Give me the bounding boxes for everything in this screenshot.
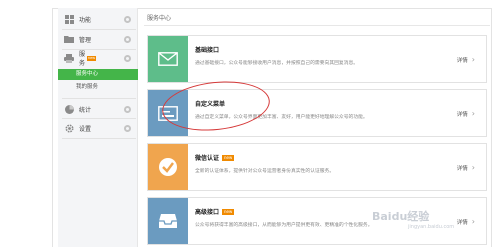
chevron-right-icon: › — [471, 217, 475, 226]
folder-icon — [64, 34, 74, 44]
card-description: 全新的认证体系，提供针对公众号运营者身份真实性的认证服务。 — [195, 169, 335, 174]
expand-icon[interactable] — [124, 105, 131, 113]
sidebar: 功能 管理 服务 new 服务中心 我的服务 统计 设置 — [58, 8, 138, 247]
chevron-right-icon: › — [471, 163, 475, 172]
card-title: 基础接口 — [195, 47, 220, 54]
sidebar-item-settings[interactable]: 设置 — [58, 119, 138, 137]
service-card-basic-api[interactable]: 基础接口 通过基础接口，公众号能够接收用户消息，并按照自己的需要向其回复消息。 … — [147, 35, 487, 83]
sidebar-item-label: 统计 — [79, 106, 92, 114]
new-badge: new — [222, 208, 235, 215]
details-link[interactable]: 详情 › — [457, 163, 475, 172]
check-icon — [148, 144, 188, 190]
details-link[interactable]: 详情 › — [457, 217, 475, 226]
watermark-url: jingyan.baidu.com — [408, 224, 455, 230]
watermark: Baidu经验 — [372, 210, 430, 223]
service-card-wechat-verification[interactable]: 微信认证 new 全新的认证体系，提供针对公众号运营者身份真实性的认证服务。 详情… — [147, 143, 487, 191]
printer-icon — [64, 53, 74, 63]
mail-icon — [148, 36, 188, 82]
sidebar-item-manage[interactable]: 管理 — [58, 30, 138, 48]
sidebar-item-label: 功能 — [79, 16, 92, 24]
divider — [144, 25, 490, 26]
service-card-advanced-api[interactable]: 高级接口 new 公众号将获得丰富的高级接口，从而能够为用户提供更有效、更精准的个… — [147, 197, 487, 245]
chevron-right-icon: › — [471, 109, 475, 118]
sidebar-item-label: 管理 — [79, 36, 92, 44]
expand-icon[interactable] — [124, 124, 131, 132]
details-link[interactable]: 详情 › — [457, 109, 475, 118]
sidebar-item-label: 设置 — [79, 125, 92, 133]
sidebar-subitem-my-services[interactable]: 我的服务 — [58, 82, 138, 93]
settings-icon — [64, 123, 74, 133]
sidebar-subitem-service-center[interactable]: 服务中心 — [58, 69, 138, 80]
card-description: 公众号将获得丰富的高级接口，从而能够为用户提供更有效、更精准的个性化服务。 — [195, 223, 373, 228]
expand-icon[interactable] — [124, 54, 131, 62]
grid-icon — [64, 14, 74, 24]
card-description: 通过基础接口，公众号能够接收用户消息，并按照自己的需要向其回复消息。 — [195, 61, 359, 66]
divider — [62, 138, 136, 139]
new-badge: new — [222, 154, 235, 161]
sidebar-item-function[interactable]: 功能 — [58, 10, 138, 28]
expand-icon[interactable] — [124, 35, 131, 43]
card-title: 微信认证 new — [195, 154, 235, 162]
expand-icon[interactable] — [124, 15, 131, 23]
page-title: 服务中心 — [147, 15, 172, 22]
pie-icon — [64, 104, 74, 114]
sidebar-item-statistics[interactable]: 统计 — [58, 100, 138, 118]
divider — [62, 98, 136, 99]
sidebar-item-label: 服务 — [79, 51, 86, 67]
inbox-icon — [148, 198, 188, 244]
details-link[interactable]: 详情 › — [457, 55, 475, 64]
chevron-right-icon: › — [471, 55, 475, 64]
card-title: 高级接口 new — [195, 208, 235, 216]
sidebar-item-service[interactable]: 服务 new — [58, 49, 138, 67]
new-badge: new — [87, 55, 97, 61]
